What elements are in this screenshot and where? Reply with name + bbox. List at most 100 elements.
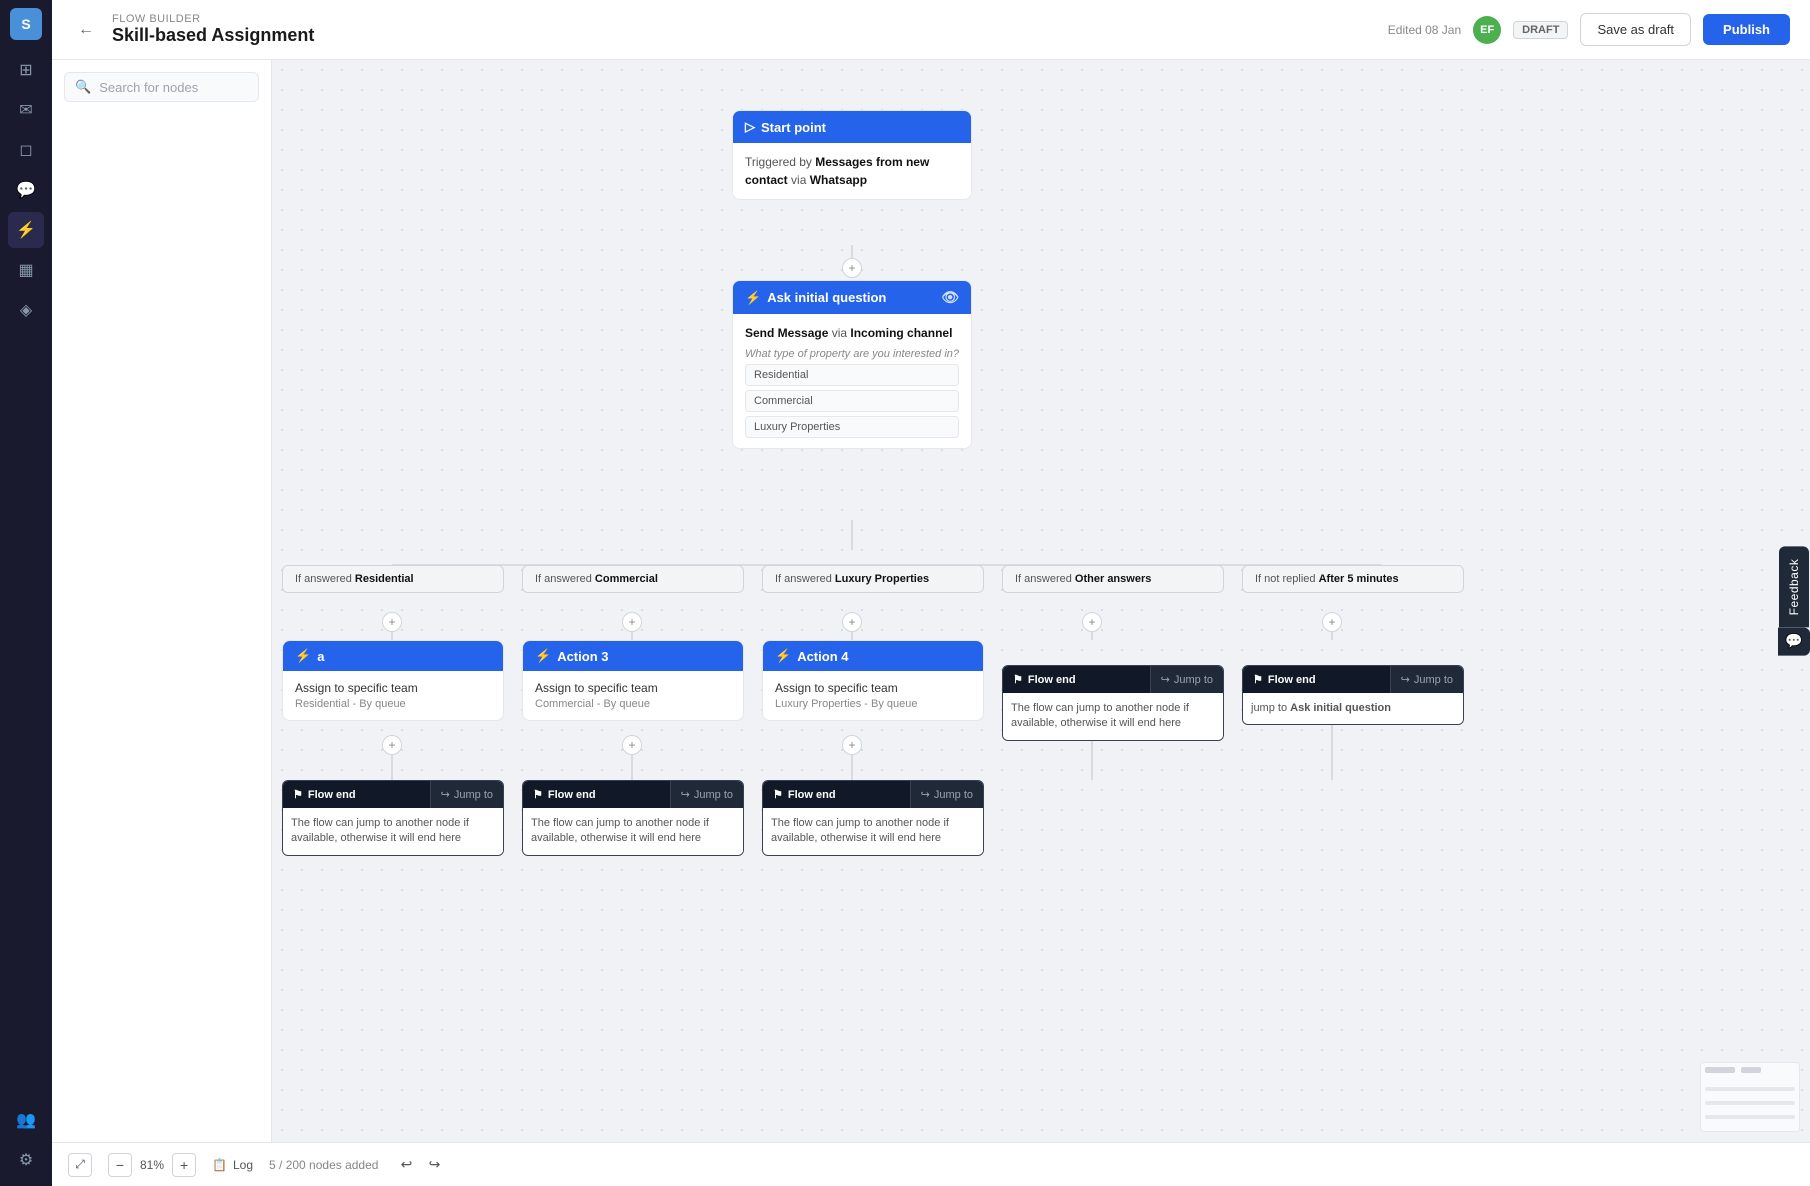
plus-btn-commercial[interactable]: +	[622, 612, 642, 632]
left-panel: 🔍	[52, 60, 272, 1142]
flow-end-noreply-jump-section[interactable]: ↪ Jump to	[1390, 666, 1463, 693]
branch-noreply[interactable]: If not replied After 5 minutes	[1242, 565, 1464, 593]
flow-end-1-jump-icon: ↪	[441, 788, 450, 801]
flow-end-3-header: ⚑ Flow end ↪ Jump to	[763, 781, 983, 808]
plus-btn-noreply[interactable]: +	[1322, 612, 1342, 632]
feedback-tab[interactable]: Feedback	[1779, 547, 1809, 628]
flow-end-noreply-end-label: Flow end	[1268, 674, 1316, 686]
avatar: EF	[1473, 16, 1501, 44]
flow-end-1-icon: ⚑	[293, 788, 303, 801]
action-3-header: ⚡ Action 3	[523, 641, 743, 671]
search-icon: 🔍	[75, 79, 91, 95]
ask-question-label: Ask initial question	[767, 290, 886, 305]
topbar: ← FLOW BUILDER Skill-based Assignment Ed…	[52, 0, 1810, 60]
branch-residential[interactable]: If answered Residential	[282, 565, 504, 593]
mini-map-content	[1701, 1063, 1799, 1131]
plus-btn-action-3[interactable]: +	[622, 735, 642, 755]
start-point-body: Triggered by Messages from new contact v…	[733, 143, 971, 199]
zoom-out-button[interactable]: −	[108, 1153, 132, 1177]
action-4-body: Assign to specific team Luxury Propertie…	[763, 671, 983, 720]
bottom-bar: ⤢ − 81% + 📋 Log 5 / 200 nodes added ↩ ↪	[52, 1142, 1810, 1186]
topbar-right: Edited 08 Jan EF DRAFT Save as draft Pub…	[1388, 13, 1790, 46]
action-4-node[interactable]: ⚡ Action 4 Assign to specific team Luxur…	[762, 640, 984, 721]
option-residential: Residential	[745, 364, 959, 386]
sidebar-icon-contacts[interactable]: ◻	[8, 132, 44, 168]
action-a-node[interactable]: ⚡ a Assign to specific team Residential …	[282, 640, 504, 721]
mini-map	[1700, 1062, 1800, 1132]
app-logo[interactable]: S	[10, 8, 42, 40]
sidebar-icon-inbox[interactable]: ✉	[8, 92, 44, 128]
flow-end-3[interactable]: ⚑ Flow end ↪ Jump to The flow can jump t…	[762, 780, 984, 856]
branch-luxury[interactable]: If answered Luxury Properties	[762, 565, 984, 593]
action-a-sub: Residential - By queue	[295, 698, 491, 710]
start-point-trigger: Triggered by Messages from new contact v…	[745, 153, 959, 189]
flow-end-other[interactable]: ⚑ Flow end ↪ Jump to The flow can jump t…	[1002, 665, 1224, 741]
plus-btn-luxury[interactable]: +	[842, 612, 862, 632]
plus-btn-residential[interactable]: +	[382, 612, 402, 632]
search-input[interactable]	[99, 80, 248, 95]
branch-luxury-text: If answered Luxury Properties	[775, 573, 929, 585]
flow-end-other-body: The flow can jump to another node if ava…	[1003, 693, 1223, 740]
search-box[interactable]: 🔍	[64, 72, 259, 102]
sidebar-icon-flows[interactable]: ⚡	[8, 212, 44, 248]
branch-commercial[interactable]: If answered Commercial	[522, 565, 744, 593]
branch-commercial-text: If answered Commercial	[535, 573, 658, 585]
send-message-text: Send Message via Incoming channel	[745, 324, 959, 342]
flow-canvas[interactable]: ▷ Start point Triggered by Messages from…	[272, 60, 1810, 1142]
action-3-assign: Assign to specific team	[535, 681, 731, 695]
flow-end-noreply-text: jump to Ask initial question	[1251, 701, 1455, 716]
publish-button[interactable]: Publish	[1703, 14, 1790, 45]
flow-end-noreply-end-section: ⚑ Flow end	[1243, 666, 1390, 693]
branch-other[interactable]: If answered Other answers	[1002, 565, 1224, 593]
sidebar-icon-integrations[interactable]: ◈	[8, 292, 44, 328]
ask-initial-question-node[interactable]: ⚡ Ask initial question 👁 Send Message vi…	[732, 280, 972, 449]
branch-residential-text: If answered Residential	[295, 573, 414, 585]
start-point-label: Start point	[761, 120, 826, 135]
flow-end-2-end-label: Flow end	[548, 789, 596, 801]
flow-end-2[interactable]: ⚑ Flow end ↪ Jump to The flow can jump t…	[522, 780, 744, 856]
flow-end-noreply[interactable]: ⚑ Flow end ↪ Jump to jump to Ask initial…	[1242, 665, 1464, 725]
flow-end-other-end-label: Flow end	[1028, 674, 1076, 686]
plus-btn-action-a[interactable]: +	[382, 735, 402, 755]
flow-end-3-jump-section[interactable]: ↪ Jump to	[910, 781, 983, 808]
undo-redo: ↩ ↪	[394, 1153, 446, 1177]
action-3-body: Assign to specific team Commercial - By …	[523, 671, 743, 720]
undo-button[interactable]: ↩	[394, 1153, 418, 1177]
flow-end-noreply-icon: ⚑	[1253, 673, 1263, 686]
breadcrumb: FLOW BUILDER	[112, 13, 314, 25]
log-button[interactable]: 📋 Log	[212, 1158, 253, 1172]
redo-button[interactable]: ↪	[422, 1153, 446, 1177]
expand-button[interactable]: ⤢	[68, 1153, 92, 1177]
start-point-node[interactable]: ▷ Start point Triggered by Messages from…	[732, 110, 972, 200]
action-3-label: Action 3	[557, 649, 608, 664]
flow-end-1-jump-section[interactable]: ↪ Jump to	[430, 781, 503, 808]
action-3-node[interactable]: ⚡ Action 3 Assign to specific team Comme…	[522, 640, 744, 721]
flow-end-other-jump-label: Jump to	[1174, 674, 1213, 686]
branch-noreply-text: If not replied After 5 minutes	[1255, 573, 1399, 585]
flow-end-1-body: The flow can jump to another node if ava…	[283, 808, 503, 855]
plus-btn-action-4[interactable]: +	[842, 735, 862, 755]
sidebar-icon-team[interactable]: 👥	[8, 1102, 44, 1138]
action-3-sub: Commercial - By queue	[535, 698, 731, 710]
flow-end-3-end-label: Flow end	[788, 789, 836, 801]
plus-btn-other[interactable]: +	[1082, 612, 1102, 632]
flow-end-2-jump-section[interactable]: ↪ Jump to	[670, 781, 743, 808]
sidebar-icon-conversations[interactable]: 💬	[8, 172, 44, 208]
back-button[interactable]: ←	[72, 16, 100, 44]
save-draft-button[interactable]: Save as draft	[1580, 13, 1691, 46]
flow-end-other-jump-icon: ↪	[1161, 673, 1170, 686]
flow-end-1[interactable]: ⚑ Flow end ↪ Jump to The flow can jump t…	[282, 780, 504, 856]
eye-icon[interactable]: 👁	[941, 289, 959, 306]
flow-end-other-jump-section[interactable]: ↪ Jump to	[1150, 666, 1223, 693]
plus-button-1[interactable]: +	[842, 258, 862, 278]
sidebar-icon-settings[interactable]: ⚙	[8, 1142, 44, 1178]
flow-connectors	[272, 60, 1810, 1142]
draft-badge: DRAFT	[1513, 21, 1568, 39]
option-luxury: Luxury Properties	[745, 416, 959, 438]
sidebar-icon-reports[interactable]: ▦	[8, 252, 44, 288]
action-a-header: ⚡ a	[283, 641, 503, 671]
sidebar-icon-home[interactable]: ⊞	[8, 52, 44, 88]
question-text: What type of property are you interested…	[745, 348, 959, 360]
feedback-icon-box[interactable]: 💬	[1778, 627, 1810, 655]
zoom-in-button[interactable]: +	[172, 1153, 196, 1177]
